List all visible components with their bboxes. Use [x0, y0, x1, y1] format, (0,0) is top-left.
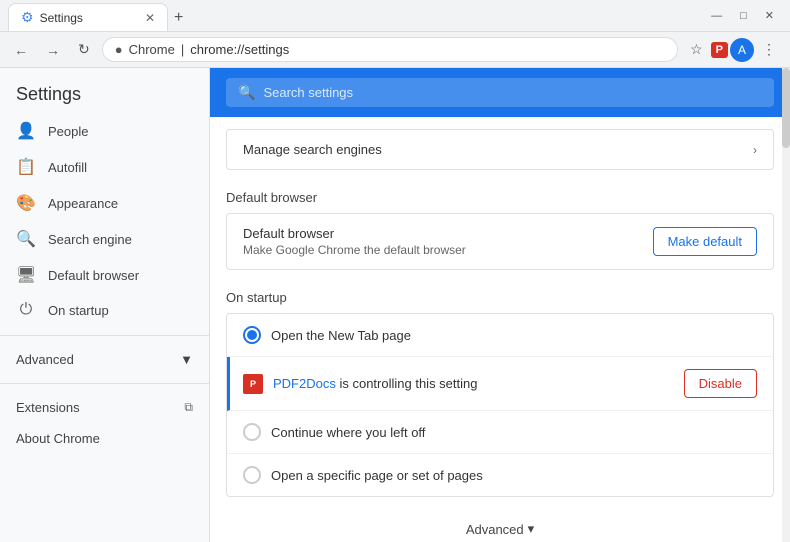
sidebar-item-search-engine[interactable]: 🔍 Search engine	[0, 221, 201, 257]
profile-icon[interactable]: A	[730, 38, 754, 62]
search-bar: 🔍 Search settings	[210, 68, 790, 117]
sidebar: Settings 👤 People 📋 Autofill 🎨 Appearanc…	[0, 68, 210, 542]
sidebar-divider	[0, 335, 209, 336]
radio-new-tab[interactable]	[243, 326, 261, 344]
search-engine-icon: 🔍	[16, 229, 36, 249]
pdf2docs-controlling-text: PDF2Docs is controlling this setting	[273, 376, 477, 391]
about-chrome-label: About Chrome	[16, 431, 100, 446]
on-startup-icon: ⏻	[16, 301, 36, 319]
toolbar-icons: ☆ P A ⋮	[684, 37, 782, 62]
pdf2docs-logo: P	[243, 374, 263, 394]
sidebar-title: Settings	[0, 68, 209, 113]
make-default-button[interactable]: Make default	[653, 227, 757, 256]
tab-favicon: ⚙	[21, 9, 34, 26]
default-browser-text: Default browser Make Google Chrome the d…	[243, 226, 466, 257]
sidebar-item-on-startup[interactable]: ⏻ On startup	[0, 293, 201, 327]
manage-search-engines-label: Manage search engines	[243, 142, 382, 157]
tab-title: Settings	[40, 11, 83, 25]
bookmark-button[interactable]: ☆	[684, 37, 709, 62]
manage-search-engines-row[interactable]: Manage search engines ›	[227, 130, 773, 169]
sidebar-item-search-engine-label: Search engine	[48, 232, 132, 247]
address-separator: |	[181, 42, 184, 57]
radio-continue[interactable]	[243, 423, 261, 441]
default-browser-icon: 🖥	[16, 265, 36, 285]
sidebar-item-autofill[interactable]: 📋 Autofill	[0, 149, 201, 185]
maximize-button[interactable]: □	[732, 5, 755, 26]
new-tab-button[interactable]: +	[168, 5, 189, 31]
startup-option-controlled: P PDF2Docs is controlling this setting D…	[227, 357, 773, 411]
on-startup-section-title: On startup	[226, 278, 774, 313]
advanced-label: Advanced	[466, 522, 524, 537]
appearance-icon: 🎨	[16, 193, 36, 213]
scrollbar-thumb[interactable]	[782, 68, 790, 148]
default-browser-title: Default browser	[243, 226, 466, 241]
advanced-chevron-icon: ▾	[528, 521, 535, 537]
startup-continue-label: Continue where you left off	[271, 425, 757, 440]
sidebar-item-appearance[interactable]: 🎨 Appearance	[0, 185, 201, 221]
default-browser-section-title: Default browser	[226, 178, 774, 213]
sidebar-item-people[interactable]: 👤 People	[0, 113, 201, 149]
sidebar-item-default-browser[interactable]: 🖥 Default browser	[0, 257, 201, 293]
tab-bar: ⚙ Settings ✕ +	[8, 0, 703, 31]
minimize-button[interactable]: —	[703, 5, 730, 26]
address-prefix: Chrome	[129, 42, 175, 57]
startup-option-new-tab[interactable]: Open the New Tab page	[227, 314, 773, 357]
chevron-down-icon: ▼	[180, 352, 193, 367]
search-icon: 🔍	[238, 84, 255, 101]
forward-button[interactable]: →	[40, 38, 66, 62]
main-layout: Settings 👤 People 📋 Autofill 🎨 Appearanc…	[0, 68, 790, 542]
search-input[interactable]: Search settings	[263, 85, 353, 100]
pdf2docs-extension-btn[interactable]: P	[711, 42, 728, 58]
content-body: Manage search engines › Default browser …	[210, 129, 790, 542]
startup-option-specific[interactable]: Open a specific page or set of pages	[227, 454, 773, 496]
startup-new-tab-label: Open the New Tab page	[271, 328, 757, 343]
address-input[interactable]: ● Chrome | chrome://settings	[102, 37, 678, 62]
default-browser-box: Default browser Make Google Chrome the d…	[226, 213, 774, 270]
content-area: 🔍 Search settings Manage search engines …	[210, 68, 790, 542]
title-bar: ⚙ Settings ✕ + — □ ✕	[0, 0, 790, 32]
sidebar-item-autofill-label: Autofill	[48, 160, 87, 175]
sidebar-about-chrome[interactable]: About Chrome	[0, 423, 209, 454]
pdf2docs-link[interactable]: PDF2Docs	[273, 376, 336, 391]
sidebar-item-on-startup-label: On startup	[48, 303, 109, 318]
tab-close-btn[interactable]: ✕	[145, 11, 155, 25]
reload-button[interactable]: ↻	[72, 37, 96, 62]
external-link-icon: ⧉	[184, 400, 193, 415]
radio-inner-new-tab	[247, 330, 257, 340]
menu-button[interactable]: ⋮	[756, 37, 782, 62]
sidebar-divider-2	[0, 383, 209, 384]
startup-specific-label: Open a specific page or set of pages	[271, 468, 757, 483]
address-bar: ← → ↻ ● Chrome | chrome://settings ☆ P A…	[0, 32, 790, 68]
sidebar-advanced-label: Advanced	[16, 352, 74, 367]
sidebar-advanced-section[interactable]: Advanced ▼	[0, 344, 209, 375]
back-button[interactable]: ←	[8, 38, 34, 62]
settings-tab[interactable]: ⚙ Settings ✕	[8, 3, 168, 31]
chevron-right-icon: ›	[753, 143, 757, 157]
extensions-label: Extensions	[16, 400, 80, 415]
startup-options-box: Open the New Tab page P PDF2Docs is cont…	[226, 313, 774, 497]
advanced-btn-row: Advanced ▾	[226, 505, 774, 542]
close-button[interactable]: ✕	[757, 5, 782, 26]
sidebar-item-default-browser-label: Default browser	[48, 268, 139, 283]
people-icon: 👤	[16, 121, 36, 141]
address-url: chrome://settings	[190, 42, 289, 57]
window-controls: — □ ✕	[703, 5, 782, 26]
default-browser-subtitle: Make Google Chrome the default browser	[243, 243, 466, 257]
sidebar-extensions[interactable]: Extensions ⧉	[0, 392, 209, 423]
radio-specific[interactable]	[243, 466, 261, 484]
sidebar-item-appearance-label: Appearance	[48, 196, 118, 211]
advanced-button[interactable]: Advanced ▾	[466, 521, 534, 537]
sidebar-item-people-label: People	[48, 124, 88, 139]
autofill-icon: 📋	[16, 157, 36, 177]
startup-option-continue[interactable]: Continue where you left off	[227, 411, 773, 454]
manage-search-engines-item[interactable]: Manage search engines ›	[226, 129, 774, 170]
disable-button[interactable]: Disable	[684, 369, 757, 398]
search-input-wrapper[interactable]: 🔍 Search settings	[226, 78, 774, 107]
scrollbar-track	[782, 68, 790, 542]
